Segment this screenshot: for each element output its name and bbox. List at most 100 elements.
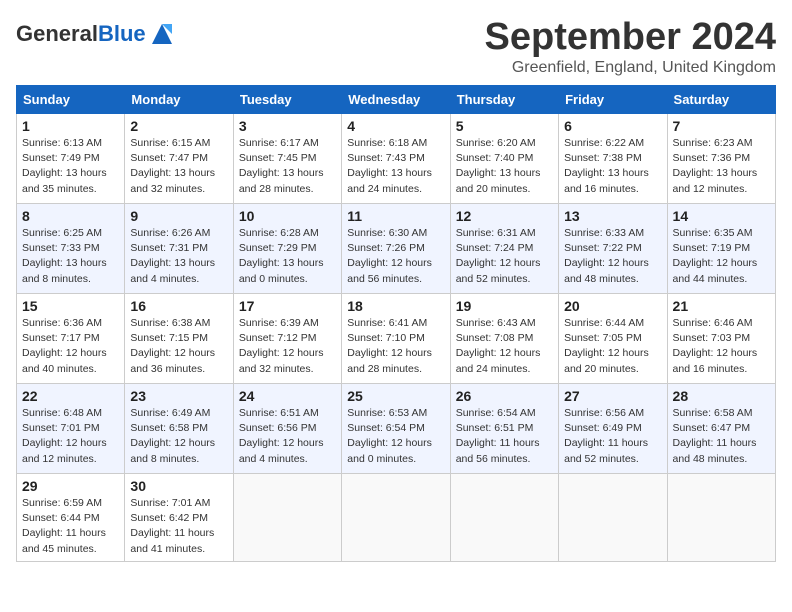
day-info: Sunrise: 6:17 AM Sunset: 7:45 PM Dayligh… [239,136,336,197]
day-info: Sunrise: 6:33 AM Sunset: 7:22 PM Dayligh… [564,226,661,287]
day-info: Sunrise: 6:31 AM Sunset: 7:24 PM Dayligh… [456,226,553,287]
day-info: Sunrise: 6:13 AM Sunset: 7:49 PM Dayligh… [22,136,119,197]
day-number: 12 [456,208,553,224]
calendar-cell: 17 Sunrise: 6:39 AM Sunset: 7:12 PM Dayli… [233,294,341,384]
day-number: 6 [564,118,661,134]
day-info: Sunrise: 6:22 AM Sunset: 7:38 PM Dayligh… [564,136,661,197]
calendar-cell: 21 Sunrise: 6:46 AM Sunset: 7:03 PM Dayli… [667,294,775,384]
calendar-cell: 5 Sunrise: 6:20 AM Sunset: 7:40 PM Daylig… [450,114,558,204]
day-number: 22 [22,388,119,404]
day-info: Sunrise: 6:36 AM Sunset: 7:17 PM Dayligh… [22,316,119,377]
day-number: 30 [130,478,227,494]
day-number: 26 [456,388,553,404]
calendar-cell: 13 Sunrise: 6:33 AM Sunset: 7:22 PM Dayli… [559,204,667,294]
calendar-cell: 18Sunrise: 6:41 AM Sunset: 7:10 PM Dayli… [342,294,450,384]
calendar-cell: 24 Sunrise: 6:51 AM Sunset: 6:56 PM Dayli… [233,384,341,474]
day-info: Sunrise: 6:44 AM Sunset: 7:05 PM Dayligh… [564,316,661,377]
day-info: Sunrise: 6:48 AM Sunset: 7:01 PM Dayligh… [22,406,119,467]
day-info: Sunrise: 6:39 AM Sunset: 7:12 PM Dayligh… [239,316,336,377]
day-of-week-header: Sunday [17,86,125,114]
day-number: 17 [239,298,336,314]
calendar-cell: 29 Sunrise: 6:59 AM Sunset: 6:44 PM Dayli… [17,474,125,562]
month-title: September 2024 [485,16,777,59]
day-info: Sunrise: 6:35 AM Sunset: 7:19 PM Dayligh… [673,226,770,287]
calendar-cell: 1 Sunrise: 6:13 AM Sunset: 7:49 PM Daylig… [17,114,125,204]
day-of-week-header: Thursday [450,86,558,114]
calendar-table: SundayMondayTuesdayWednesdayThursdayFrid… [16,85,776,562]
day-info: Sunrise: 6:15 AM Sunset: 7:47 PM Dayligh… [130,136,227,197]
day-number: 1 [22,118,119,134]
day-of-week-header: Tuesday [233,86,341,114]
day-info: Sunrise: 6:38 AM Sunset: 7:15 PM Dayligh… [130,316,227,377]
day-number: 10 [239,208,336,224]
day-info: Sunrise: 6:20 AM Sunset: 7:40 PM Dayligh… [456,136,553,197]
calendar-cell [667,474,775,562]
title-block: September 2024 Greenfield, England, Unit… [485,16,777,77]
calendar-cell: 7 Sunrise: 6:23 AM Sunset: 7:36 PM Daylig… [667,114,775,204]
day-info: Sunrise: 6:23 AM Sunset: 7:36 PM Dayligh… [673,136,770,197]
day-number: 28 [673,388,770,404]
logo: GeneralBlue [16,20,176,48]
day-number: 20 [564,298,661,314]
day-number: 15 [22,298,119,314]
day-number: 2 [130,118,227,134]
day-number: 13 [564,208,661,224]
day-info: Sunrise: 6:53 AM Sunset: 6:54 PM Dayligh… [347,406,444,467]
logo-blue-text: Blue [98,21,146,46]
day-info: Sunrise: 6:46 AM Sunset: 7:03 PM Dayligh… [673,316,770,377]
calendar-cell: 2 Sunrise: 6:15 AM Sunset: 7:47 PM Daylig… [125,114,233,204]
day-info: Sunrise: 6:28 AM Sunset: 7:29 PM Dayligh… [239,226,336,287]
day-number: 5 [456,118,553,134]
day-number: 8 [22,208,119,224]
day-info: Sunrise: 6:51 AM Sunset: 6:56 PM Dayligh… [239,406,336,467]
day-info: Sunrise: 6:59 AM Sunset: 6:44 PM Dayligh… [22,496,119,557]
day-info: Sunrise: 6:43 AM Sunset: 7:08 PM Dayligh… [456,316,553,377]
calendar-cell: 11Sunrise: 6:30 AM Sunset: 7:26 PM Dayli… [342,204,450,294]
day-info: Sunrise: 6:54 AM Sunset: 6:51 PM Dayligh… [456,406,553,467]
day-of-week-header: Saturday [667,86,775,114]
calendar-cell: 22 Sunrise: 6:48 AM Sunset: 7:01 PM Dayli… [17,384,125,474]
day-number: 14 [673,208,770,224]
logo-general-text: General [16,21,98,46]
calendar-cell: 28 Sunrise: 6:58 AM Sunset: 6:47 PM Dayli… [667,384,775,474]
day-of-week-header: Monday [125,86,233,114]
day-info: Sunrise: 6:56 AM Sunset: 6:49 PM Dayligh… [564,406,661,467]
calendar-week-row: 22 Sunrise: 6:48 AM Sunset: 7:01 PM Dayli… [17,384,776,474]
calendar-cell [233,474,341,562]
calendar-cell: 27Sunrise: 6:56 AM Sunset: 6:49 PM Dayli… [559,384,667,474]
calendar-cell: 10 Sunrise: 6:28 AM Sunset: 7:29 PM Dayli… [233,204,341,294]
calendar-cell [450,474,558,562]
day-number: 23 [130,388,227,404]
day-number: 9 [130,208,227,224]
day-info: Sunrise: 6:25 AM Sunset: 7:33 PM Dayligh… [22,226,119,287]
day-number: 24 [239,388,336,404]
header: GeneralBlue September 2024 Greenfield, E… [16,16,776,77]
calendar-cell: 3 Sunrise: 6:17 AM Sunset: 7:45 PM Daylig… [233,114,341,204]
calendar-cell [559,474,667,562]
calendar-week-row: 8 Sunrise: 6:25 AM Sunset: 7:33 PM Daylig… [17,204,776,294]
calendar-cell: 6 Sunrise: 6:22 AM Sunset: 7:38 PM Daylig… [559,114,667,204]
day-number: 29 [22,478,119,494]
day-info: Sunrise: 6:58 AM Sunset: 6:47 PM Dayligh… [673,406,770,467]
day-of-week-header: Wednesday [342,86,450,114]
calendar-cell: 15 Sunrise: 6:36 AM Sunset: 7:17 PM Dayli… [17,294,125,384]
day-info: Sunrise: 6:49 AM Sunset: 6:58 PM Dayligh… [130,406,227,467]
day-info: Sunrise: 6:26 AM Sunset: 7:31 PM Dayligh… [130,226,227,287]
calendar-cell: 19 Sunrise: 6:43 AM Sunset: 7:08 PM Dayli… [450,294,558,384]
calendar-cell: 16 Sunrise: 6:38 AM Sunset: 7:15 PM Dayli… [125,294,233,384]
calendar-cell: 9 Sunrise: 6:26 AM Sunset: 7:31 PM Daylig… [125,204,233,294]
calendar-header-row: SundayMondayTuesdayWednesdayThursdayFrid… [17,86,776,114]
day-number: 3 [239,118,336,134]
day-info: Sunrise: 6:41 AM Sunset: 7:10 PM Dayligh… [347,316,444,377]
calendar-cell [342,474,450,562]
day-number: 7 [673,118,770,134]
calendar-cell: 25Sunrise: 6:53 AM Sunset: 6:54 PM Dayli… [342,384,450,474]
calendar-cell: 20 Sunrise: 6:44 AM Sunset: 7:05 PM Dayli… [559,294,667,384]
day-info: Sunrise: 7:01 AM Sunset: 6:42 PM Dayligh… [130,496,227,557]
day-number: 16 [130,298,227,314]
calendar-week-row: 1 Sunrise: 6:13 AM Sunset: 7:49 PM Daylig… [17,114,776,204]
day-number: 21 [673,298,770,314]
calendar-cell: 14 Sunrise: 6:35 AM Sunset: 7:19 PM Dayli… [667,204,775,294]
day-of-week-header: Friday [559,86,667,114]
day-number: 19 [456,298,553,314]
